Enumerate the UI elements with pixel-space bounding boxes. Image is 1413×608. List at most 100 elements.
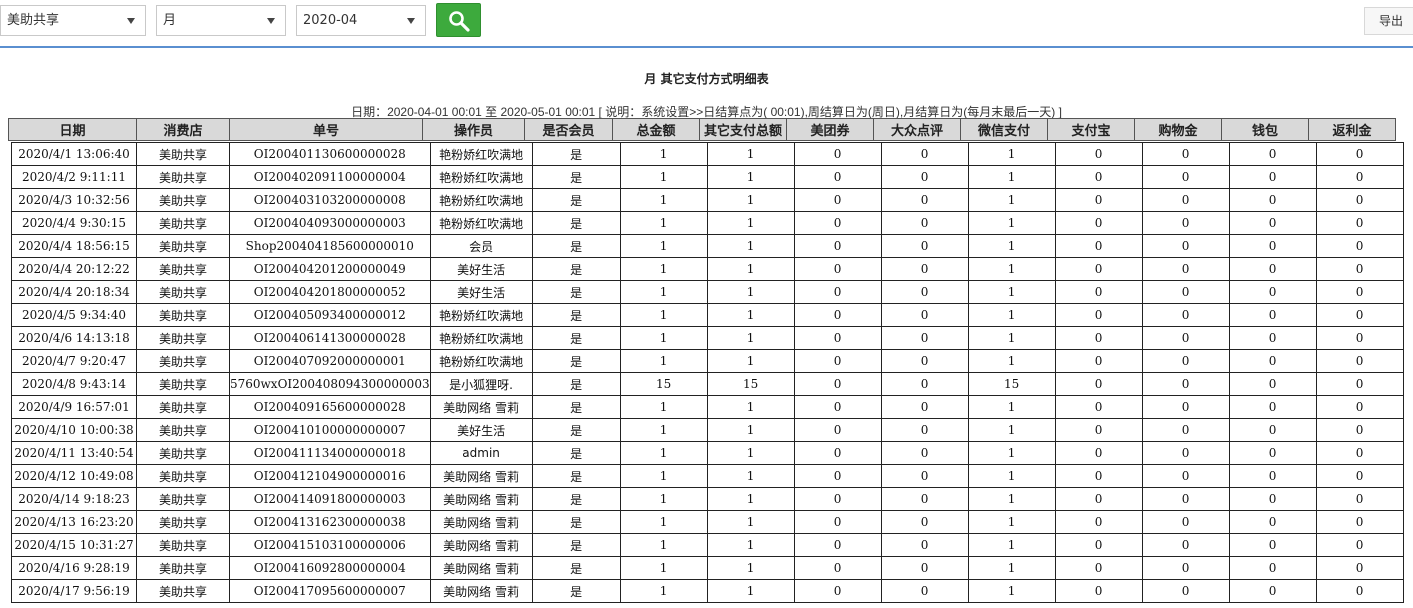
store-select[interactable]: 美助共享 [0, 5, 146, 36]
cell-rebate: 0 [1315, 349, 1404, 373]
cell-date: 2020/4/1 13:06:40 [11, 142, 137, 166]
chevron-down-icon [267, 18, 275, 24]
cell-dianping: 0 [880, 326, 969, 350]
cell-shopping: 0 [1141, 211, 1230, 235]
cell-other-pay: 1 [706, 280, 795, 304]
table-row: 2020/4/4 20:18:34 美助共享 OI20040420180000005… [11, 280, 1404, 304]
cell-shopping: 0 [1141, 280, 1230, 304]
column-header-operator: 操作员 [422, 118, 525, 141]
cell-alipay: 0 [1054, 234, 1143, 258]
cell-dianping: 0 [880, 418, 969, 442]
toolbar: 美助共享 月 2020-04 导出 [0, 0, 1413, 46]
table-row: 2020/4/14 9:18:23 美助共享 OI20041409180000000… [11, 487, 1404, 511]
cell-alipay: 0 [1054, 326, 1143, 350]
cell-wallet: 0 [1228, 510, 1317, 534]
header-row: 日期 消费店 单号 操作员 是否会员 总金额 其它支付总额 美团券 大众点评 微信支付 支付宝 购物金… [8, 118, 1396, 141]
cell-order-no: OI200411134000000018 [229, 441, 431, 465]
table-row: 2020/4/7 9:20:47 美助共享 OI200407092000000001… [11, 349, 1404, 373]
cell-order-no: OI200403103200000008 [229, 188, 431, 212]
cell-operator: 会员 [429, 234, 533, 258]
cell-dianping: 0 [880, 303, 969, 327]
cell-store: 美助共享 [136, 510, 230, 534]
cell-order-no: OI200410100000000007 [229, 418, 431, 442]
cell-wallet: 0 [1228, 533, 1317, 557]
cell-alipay: 0 [1054, 349, 1143, 373]
cell-store: 美助共享 [136, 257, 230, 281]
cell-meituan: 0 [793, 211, 882, 235]
cell-member: 是 [531, 418, 621, 442]
cell-dianping: 0 [880, 211, 969, 235]
export-button[interactable]: 导出 [1364, 7, 1413, 35]
period-select[interactable]: 月 [156, 5, 286, 36]
cell-total: 1 [619, 142, 708, 166]
cell-order-no: OI200404201200000049 [229, 257, 431, 281]
cell-shopping: 0 [1141, 533, 1230, 557]
cell-wallet: 0 [1228, 556, 1317, 580]
cell-member: 是 [531, 257, 621, 281]
toolbar-divider [0, 46, 1413, 48]
cell-date: 2020/4/10 10:00:38 [11, 418, 137, 442]
cell-rebate: 0 [1315, 418, 1404, 442]
cell-operator: 艳粉娇红吹满地 [429, 142, 533, 166]
column-header-store: 消费店 [136, 118, 230, 141]
cell-rebate: 0 [1315, 165, 1404, 189]
cell-wallet: 0 [1228, 441, 1317, 465]
cell-date: 2020/4/4 18:56:15 [11, 234, 137, 258]
cell-wechat: 1 [967, 349, 1056, 373]
cell-date: 2020/4/12 10:49:08 [11, 464, 137, 488]
cell-operator: 艳粉娇红吹满地 [429, 188, 533, 212]
cell-member: 是 [531, 487, 621, 511]
cell-other-pay: 1 [706, 464, 795, 488]
cell-rebate: 0 [1315, 234, 1404, 258]
cell-date: 2020/4/8 9:43:14 [11, 372, 137, 396]
cell-store: 美助共享 [136, 165, 230, 189]
cell-rebate: 0 [1315, 533, 1404, 557]
cell-total: 1 [619, 487, 708, 511]
column-header-alipay: 支付宝 [1047, 118, 1135, 141]
cell-order-no: OI200416092800000004 [229, 556, 431, 580]
cell-date: 2020/4/11 13:40:54 [11, 441, 137, 465]
cell-rebate: 0 [1315, 257, 1404, 281]
cell-shopping: 0 [1141, 257, 1230, 281]
chevron-down-icon [407, 18, 415, 24]
cell-store: 美助共享 [136, 464, 230, 488]
cell-total: 1 [619, 165, 708, 189]
cell-wechat: 1 [967, 257, 1056, 281]
cell-order-no: OI200404093000000003 [229, 211, 431, 235]
cell-store: 美助共享 [136, 441, 230, 465]
table-row: 2020/4/15 10:31:27 美助共享 OI2004151031000000… [11, 533, 1404, 557]
cell-operator: 是小狐狸呀. [429, 372, 533, 396]
cell-operator: 艳粉娇红吹满地 [429, 349, 533, 373]
cell-store: 美助共享 [136, 395, 230, 419]
cell-order-no: OI200401130600000028 [229, 142, 431, 166]
cell-wechat: 1 [967, 188, 1056, 212]
cell-dianping: 0 [880, 464, 969, 488]
cell-operator: 美助网络 雪莉 [429, 510, 533, 534]
cell-shopping: 0 [1141, 395, 1230, 419]
cell-shopping: 0 [1141, 234, 1230, 258]
data-table: 2020/4/1 13:06:40 美助共享 OI20040113060000002… [11, 142, 1404, 603]
cell-total: 1 [619, 211, 708, 235]
cell-order-no: OI200414091800000003 [229, 487, 431, 511]
cell-other-pay: 1 [706, 234, 795, 258]
cell-rebate: 0 [1315, 579, 1404, 603]
search-button[interactable] [436, 3, 481, 37]
cell-wallet: 0 [1228, 211, 1317, 235]
cell-wechat: 1 [967, 441, 1056, 465]
cell-alipay: 0 [1054, 510, 1143, 534]
cell-order-no: OI200407092000000001 [229, 349, 431, 373]
cell-wechat: 1 [967, 579, 1056, 603]
cell-store: 美助共享 [136, 234, 230, 258]
date-select[interactable]: 2020-04 [296, 5, 426, 36]
cell-order-no: 5760wxOI200408094300000003 [229, 372, 431, 396]
cell-dianping: 0 [880, 487, 969, 511]
column-header-meituan: 美团券 [786, 118, 874, 141]
cell-wallet: 0 [1228, 188, 1317, 212]
cell-alipay: 0 [1054, 464, 1143, 488]
cell-member: 是 [531, 533, 621, 557]
column-header-total: 总金额 [612, 118, 700, 141]
cell-meituan: 0 [793, 142, 882, 166]
cell-shopping: 0 [1141, 464, 1230, 488]
cell-operator: 美好生活 [429, 280, 533, 304]
cell-wechat: 1 [967, 556, 1056, 580]
